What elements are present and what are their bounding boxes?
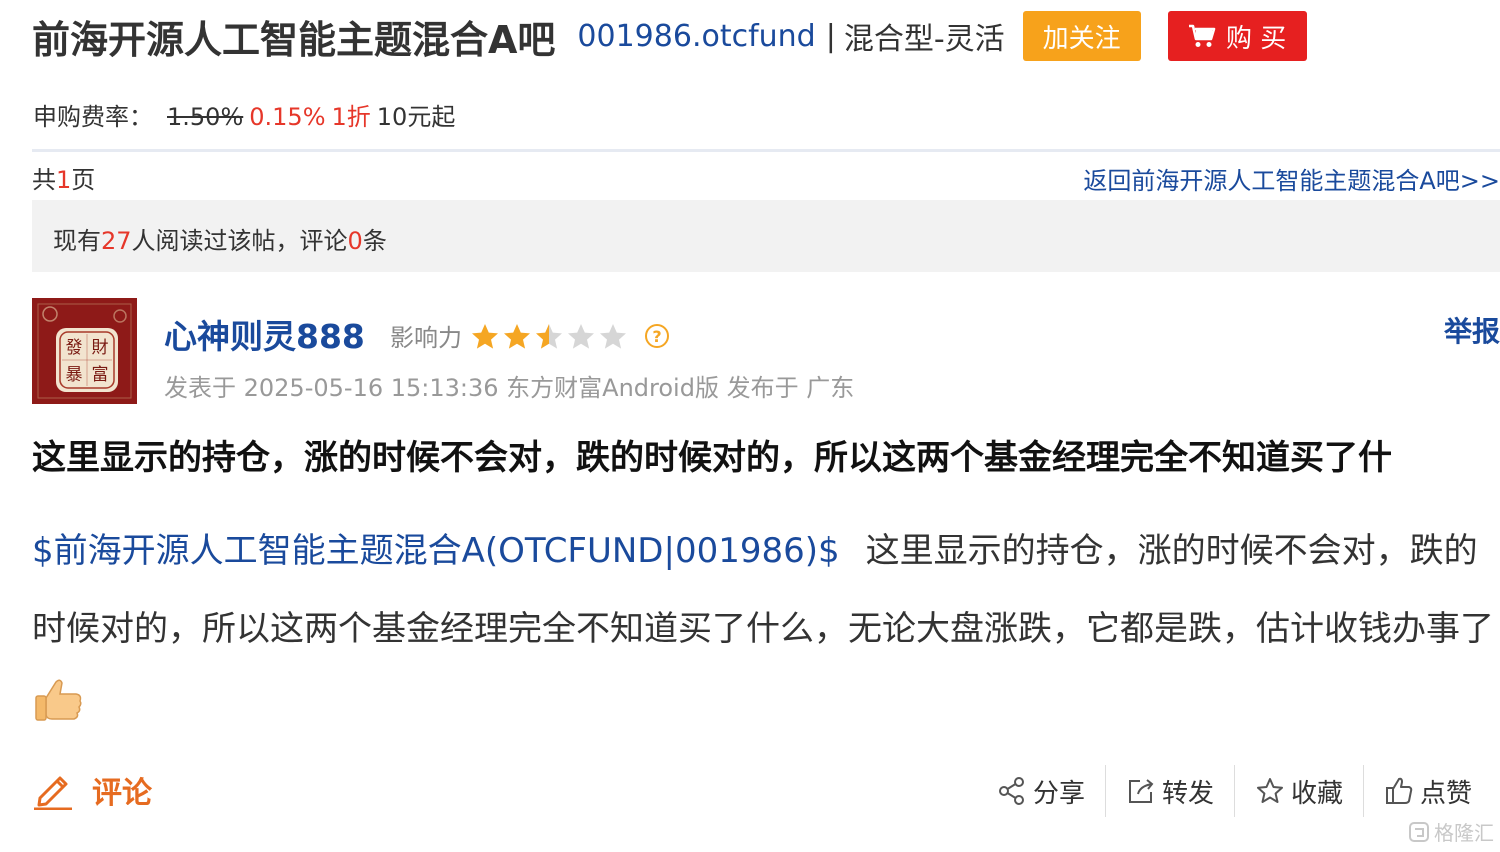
avatar[interactable]: 發 財 暴 富 <box>32 298 137 404</box>
watermark-text: 格隆汇 <box>1434 821 1494 845</box>
buy-label: 购 买 <box>1226 23 1287 54</box>
author-name[interactable]: 心神则灵888 <box>164 310 365 358</box>
rating-star-icon <box>568 323 594 349</box>
share-label: 分享 <box>1032 778 1085 809</box>
post-actions: 分享 转发 收藏 点赞 <box>977 765 1492 817</box>
read-stats-box: 现有27人阅读过该帖，评论0条 <box>32 200 1500 272</box>
fee-label: 申购费率： <box>33 103 153 131</box>
stats-middle: 人阅读过该帖，评论 <box>131 227 348 255</box>
help-icon[interactable]: ? <box>644 323 670 349</box>
post-title: 这里显示的持仓，涨的时候不会对，跌的时候对的，所以这两个基金经理完全不知道买了什 <box>32 438 1392 478</box>
thumbs-up-outline-icon <box>1385 777 1413 804</box>
header: 前海开源人工智能主题混合A吧 001986.otcfund | 混合型-灵活 加… <box>32 8 1307 64</box>
fund-code-link[interactable]: 001986.otcfund <box>577 19 815 54</box>
avatar-char-2: 財 <box>92 338 109 358</box>
like-label: 点赞 <box>1419 778 1472 809</box>
back-to-bar-link[interactable]: 返回前海开源人工智能主题混合A吧>> <box>1083 161 1500 196</box>
buy-button[interactable]: 购 买 <box>1167 11 1307 61</box>
page-count-suffix: 页 <box>71 166 96 194</box>
bar-title[interactable]: 前海开源人工智能主题混合A吧 <box>32 9 555 64</box>
rating-star-icon <box>536 323 562 349</box>
influence-label: 影响力 <box>390 324 462 352</box>
rating-stars <box>470 322 628 350</box>
divider <box>32 149 1500 152</box>
page-count-number: 1 <box>56 166 72 194</box>
share-button[interactable]: 分享 <box>977 765 1105 817</box>
post-meta: 发表于 2025-05-16 15:13:36 东方财富Android版 发布于… <box>164 374 855 402</box>
influence-rating: 影响力 ? <box>390 318 670 353</box>
forward-label: 转发 <box>1161 778 1214 809</box>
read-stats: 现有27人阅读过该帖，评论0条 <box>53 221 387 256</box>
separator: | <box>825 18 836 54</box>
favorite-button[interactable]: 收藏 <box>1235 765 1363 817</box>
stock-tag-link[interactable]: $前海开源人工智能主题混合A(OTCFUND|001986)$ <box>32 531 840 571</box>
post-body: $前海开源人工智能主题混合A(OTCFUND|001986)$ 这里显示的持仓，涨… <box>32 512 1500 746</box>
comment-button[interactable]: 评论 <box>32 768 152 812</box>
watermark: 格隆汇 <box>1408 817 1494 846</box>
page-count: 共1页 <box>32 160 95 195</box>
purchase-fee: 申购费率： 1.50% 0.15% 1折 10元起 <box>33 97 455 132</box>
stats-suffix: 条 <box>362 227 387 255</box>
rating-star-icon <box>472 323 498 349</box>
forward-button[interactable]: 转发 <box>1106 765 1234 817</box>
post-page: 前海开源人工智能主题混合A吧 001986.otcfund | 混合型-灵活 加… <box>12 0 1500 852</box>
report-link[interactable]: 举报 <box>1444 310 1500 350</box>
fee-minimum: 10元起 <box>376 103 456 131</box>
forward-icon <box>1128 779 1154 803</box>
watermark-logo-icon <box>1409 821 1429 842</box>
rating-star-icon <box>504 323 530 349</box>
svg-text:?: ? <box>652 327 661 346</box>
pencil-icon <box>34 776 72 810</box>
fee-discount: 1折 <box>331 103 371 131</box>
avatar-image: 發 財 暴 富 <box>32 298 137 404</box>
page-count-prefix: 共 <box>32 166 56 194</box>
like-button[interactable]: 点赞 <box>1364 765 1492 817</box>
avatar-char-4: 富 <box>92 365 109 385</box>
reader-count: 27 <box>101 227 132 255</box>
rating-star-icon <box>600 323 626 349</box>
share-icon <box>998 777 1024 805</box>
star-outline-icon <box>1256 778 1283 803</box>
comment-label: 评论 <box>92 776 152 811</box>
thumbs-up-icon <box>35 679 82 721</box>
fund-type: 混合型-灵活 <box>843 22 1005 57</box>
fee-new-rate: 0.15% <box>249 103 326 131</box>
favorite-label: 收藏 <box>1290 778 1343 809</box>
avatar-char-1: 發 <box>66 338 83 358</box>
follow-button[interactable]: 加关注 <box>1022 11 1141 61</box>
fee-old-rate: 1.50% <box>167 103 244 131</box>
stats-prefix: 现有 <box>53 227 101 255</box>
avatar-char-3: 暴 <box>66 365 83 385</box>
cart-icon <box>1189 24 1216 47</box>
comment-count: 0 <box>347 227 363 255</box>
